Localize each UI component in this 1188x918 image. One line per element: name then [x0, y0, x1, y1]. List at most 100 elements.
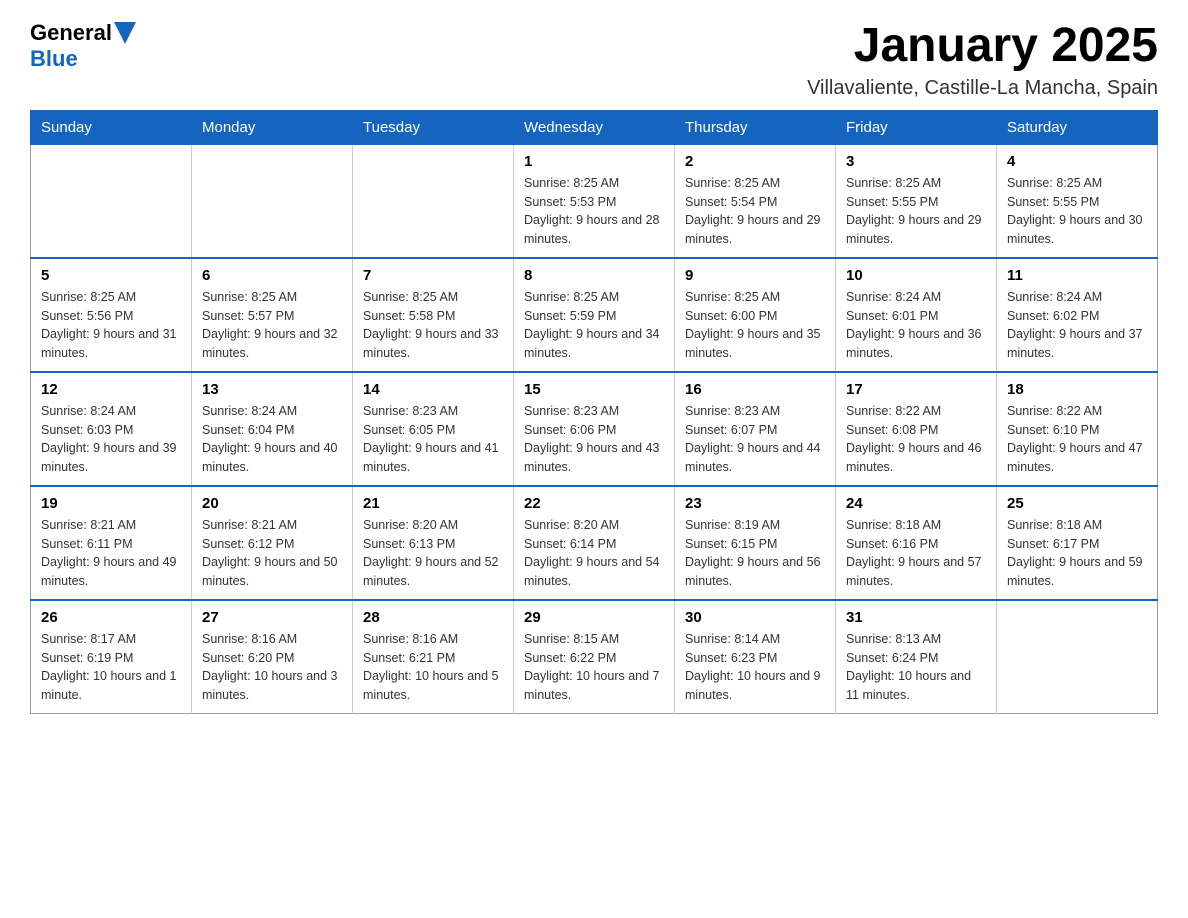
day-cell: 2 Sunrise: 8:25 AM Sunset: 5:54 PM Daylig… [675, 144, 836, 258]
day-info: Sunrise: 8:24 AM Sunset: 6:01 PM Dayligh… [846, 288, 986, 363]
day-number: 27 [202, 609, 342, 626]
day-cell: 22 Sunrise: 8:20 AM Sunset: 6:14 PM Dayli… [514, 486, 675, 600]
day-number: 24 [846, 495, 986, 512]
day-info: Sunrise: 8:22 AM Sunset: 6:10 PM Dayligh… [1007, 402, 1147, 477]
day-number: 12 [41, 381, 181, 398]
day-info: Sunrise: 8:25 AM Sunset: 5:55 PM Dayligh… [846, 174, 986, 249]
header-day-saturday: Saturday [997, 110, 1158, 144]
day-number: 14 [363, 381, 503, 398]
day-info: Sunrise: 8:17 AM Sunset: 6:19 PM Dayligh… [41, 630, 181, 705]
logo-general: General [30, 20, 112, 46]
day-info: Sunrise: 8:16 AM Sunset: 6:21 PM Dayligh… [363, 630, 503, 705]
day-number: 18 [1007, 381, 1147, 398]
day-number: 15 [524, 381, 664, 398]
day-cell: 15Sunrise: 8:23 AM Sunset: 6:06 PM Dayli… [514, 372, 675, 486]
day-cell: 18 Sunrise: 8:22 AM Sunset: 6:10 PM Dayli… [997, 372, 1158, 486]
day-info: Sunrise: 8:25 AM Sunset: 5:55 PM Dayligh… [1007, 174, 1147, 249]
title-section: January 2025 Villavaliente, Castille-La … [807, 20, 1158, 100]
day-cell: 3Sunrise: 8:25 AM Sunset: 5:55 PM Daylig… [836, 144, 997, 258]
day-number: 16 [685, 381, 825, 398]
day-number: 20 [202, 495, 342, 512]
day-cell [192, 144, 353, 258]
logo-icon [114, 22, 136, 44]
day-cell: 20Sunrise: 8:21 AM Sunset: 6:12 PM Dayli… [192, 486, 353, 600]
week-row-2: 5Sunrise: 8:25 AM Sunset: 5:56 PM Daylig… [31, 258, 1158, 372]
day-info: Sunrise: 8:24 AM Sunset: 6:04 PM Dayligh… [202, 402, 342, 477]
day-cell: 17 Sunrise: 8:22 AM Sunset: 6:08 PM Dayli… [836, 372, 997, 486]
day-cell: 25 Sunrise: 8:18 AM Sunset: 6:17 PM Dayli… [997, 486, 1158, 600]
day-number: 9 [685, 267, 825, 284]
day-cell: 16 Sunrise: 8:23 AM Sunset: 6:07 PM Dayli… [675, 372, 836, 486]
logo: General Blue [30, 20, 136, 72]
day-cell: 23 Sunrise: 8:19 AM Sunset: 6:15 PM Dayli… [675, 486, 836, 600]
day-cell: 5Sunrise: 8:25 AM Sunset: 5:56 PM Daylig… [31, 258, 192, 372]
calendar-body: 1 Sunrise: 8:25 AM Sunset: 5:53 PM Daylig… [31, 144, 1158, 713]
day-number: 23 [685, 495, 825, 512]
day-info: Sunrise: 8:16 AM Sunset: 6:20 PM Dayligh… [202, 630, 342, 705]
logo-blue: Blue [30, 46, 78, 71]
week-row-4: 19 Sunrise: 8:21 AM Sunset: 6:11 PM Dayli… [31, 486, 1158, 600]
day-cell: 27 Sunrise: 8:16 AM Sunset: 6:20 PM Dayli… [192, 600, 353, 714]
day-number: 26 [41, 609, 181, 626]
week-row-3: 12 Sunrise: 8:24 AM Sunset: 6:03 PM Dayli… [31, 372, 1158, 486]
day-number: 8 [524, 267, 664, 284]
day-info: Sunrise: 8:20 AM Sunset: 6:13 PM Dayligh… [363, 516, 503, 591]
day-info: Sunrise: 8:24 AM Sunset: 6:03 PM Dayligh… [41, 402, 181, 477]
day-info: Sunrise: 8:19 AM Sunset: 6:15 PM Dayligh… [685, 516, 825, 591]
day-number: 4 [1007, 153, 1147, 170]
day-number: 29 [524, 609, 664, 626]
day-info: Sunrise: 8:24 AM Sunset: 6:02 PM Dayligh… [1007, 288, 1147, 363]
day-cell: 11 Sunrise: 8:24 AM Sunset: 6:02 PM Dayli… [997, 258, 1158, 372]
day-number: 1 [524, 153, 664, 170]
day-cell: 26 Sunrise: 8:17 AM Sunset: 6:19 PM Dayli… [31, 600, 192, 714]
day-number: 22 [524, 495, 664, 512]
day-info: Sunrise: 8:22 AM Sunset: 6:08 PM Dayligh… [846, 402, 986, 477]
day-cell: 19 Sunrise: 8:21 AM Sunset: 6:11 PM Dayli… [31, 486, 192, 600]
header-day-thursday: Thursday [675, 110, 836, 144]
day-number: 19 [41, 495, 181, 512]
day-number: 13 [202, 381, 342, 398]
day-number: 30 [685, 609, 825, 626]
day-number: 10 [846, 267, 986, 284]
day-number: 5 [41, 267, 181, 284]
day-number: 21 [363, 495, 503, 512]
calendar-subtitle: Villavaliente, Castille-La Mancha, Spain [807, 77, 1158, 100]
calendar-header: SundayMondayTuesdayWednesdayThursdayFrid… [31, 110, 1158, 144]
day-number: 25 [1007, 495, 1147, 512]
day-info: Sunrise: 8:23 AM Sunset: 6:07 PM Dayligh… [685, 402, 825, 477]
day-cell: 12 Sunrise: 8:24 AM Sunset: 6:03 PM Dayli… [31, 372, 192, 486]
day-info: Sunrise: 8:25 AM Sunset: 5:53 PM Dayligh… [524, 174, 664, 249]
day-cell: 31Sunrise: 8:13 AM Sunset: 6:24 PM Dayli… [836, 600, 997, 714]
day-info: Sunrise: 8:25 AM Sunset: 5:58 PM Dayligh… [363, 288, 503, 363]
day-number: 28 [363, 609, 503, 626]
day-number: 6 [202, 267, 342, 284]
day-info: Sunrise: 8:25 AM Sunset: 5:54 PM Dayligh… [685, 174, 825, 249]
day-info: Sunrise: 8:13 AM Sunset: 6:24 PM Dayligh… [846, 630, 986, 705]
day-cell: 24Sunrise: 8:18 AM Sunset: 6:16 PM Dayli… [836, 486, 997, 600]
calendar-table: SundayMondayTuesdayWednesdayThursdayFrid… [30, 110, 1158, 714]
day-info: Sunrise: 8:14 AM Sunset: 6:23 PM Dayligh… [685, 630, 825, 705]
day-number: 11 [1007, 267, 1147, 284]
day-info: Sunrise: 8:25 AM Sunset: 5:59 PM Dayligh… [524, 288, 664, 363]
day-info: Sunrise: 8:20 AM Sunset: 6:14 PM Dayligh… [524, 516, 664, 591]
day-info: Sunrise: 8:21 AM Sunset: 6:11 PM Dayligh… [41, 516, 181, 591]
header-day-friday: Friday [836, 110, 997, 144]
day-cell: 9Sunrise: 8:25 AM Sunset: 6:00 PM Daylig… [675, 258, 836, 372]
calendar-title: January 2025 [807, 20, 1158, 73]
day-cell [997, 600, 1158, 714]
header-day-tuesday: Tuesday [353, 110, 514, 144]
day-cell: 4 Sunrise: 8:25 AM Sunset: 5:55 PM Daylig… [997, 144, 1158, 258]
day-info: Sunrise: 8:15 AM Sunset: 6:22 PM Dayligh… [524, 630, 664, 705]
header-day-sunday: Sunday [31, 110, 192, 144]
day-number: 2 [685, 153, 825, 170]
week-row-5: 26 Sunrise: 8:17 AM Sunset: 6:19 PM Dayli… [31, 600, 1158, 714]
day-info: Sunrise: 8:23 AM Sunset: 6:05 PM Dayligh… [363, 402, 503, 477]
header-day-monday: Monday [192, 110, 353, 144]
day-cell: 28 Sunrise: 8:16 AM Sunset: 6:21 PM Dayli… [353, 600, 514, 714]
day-cell: 10 Sunrise: 8:24 AM Sunset: 6:01 PM Dayli… [836, 258, 997, 372]
logo-text: General Blue [30, 20, 136, 72]
day-info: Sunrise: 8:18 AM Sunset: 6:17 PM Dayligh… [1007, 516, 1147, 591]
day-number: 17 [846, 381, 986, 398]
day-cell [31, 144, 192, 258]
day-cell: 13 Sunrise: 8:24 AM Sunset: 6:04 PM Dayli… [192, 372, 353, 486]
